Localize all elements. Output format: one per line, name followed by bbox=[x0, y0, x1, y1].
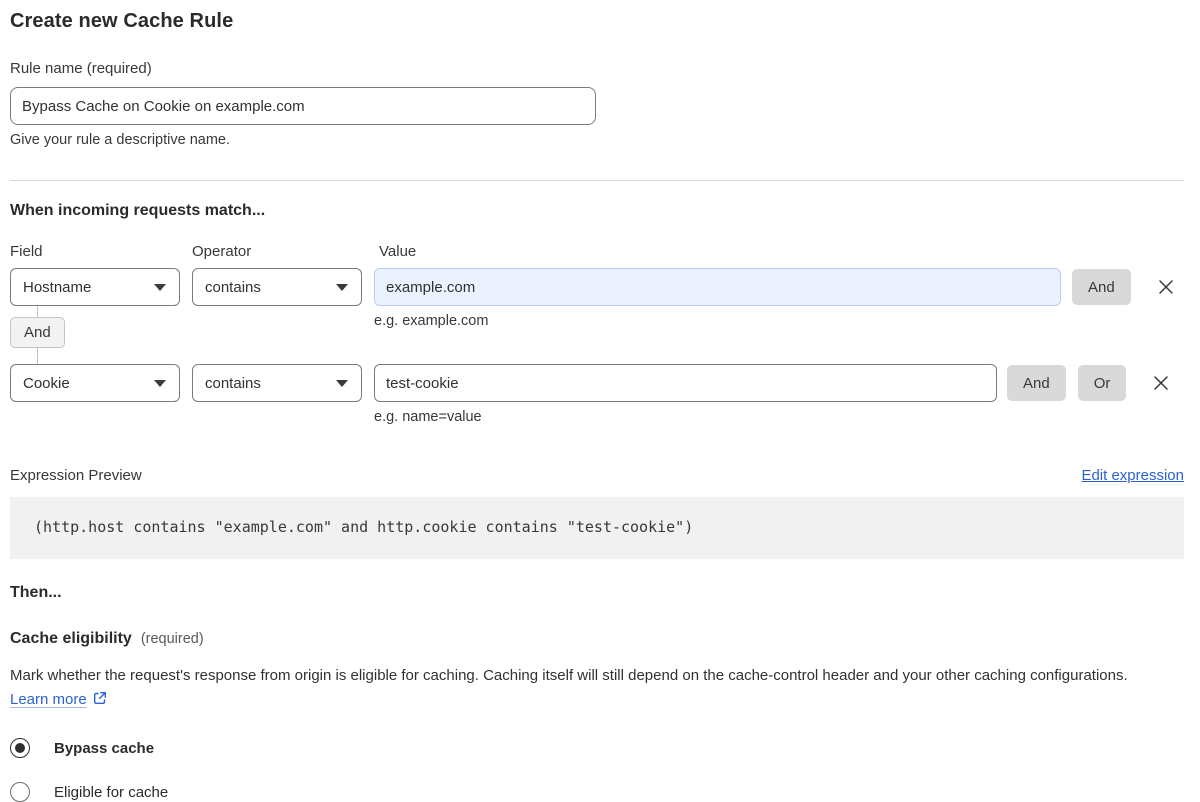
match-row-2: Cookie contains And Or bbox=[10, 364, 1184, 402]
field-select-row1-value: Hostname bbox=[23, 278, 92, 296]
and-button-row1[interactable]: And bbox=[1072, 269, 1131, 305]
create-cache-rule-page: Create new Cache Rule Rule name (require… bbox=[0, 0, 1200, 802]
value-input-row1[interactable] bbox=[374, 268, 1061, 306]
and-button-row2[interactable]: And bbox=[1007, 365, 1066, 401]
chevron-down-icon bbox=[336, 284, 348, 291]
value-helper-row2: e.g. name=value bbox=[374, 409, 482, 425]
rule-name-section: Rule name (required) Give your rule a de… bbox=[10, 60, 1184, 148]
section-divider bbox=[10, 180, 1184, 181]
chevron-down-icon bbox=[336, 380, 348, 387]
chevron-down-icon bbox=[154, 284, 166, 291]
radio-bypass-cache[interactable]: Bypass cache bbox=[10, 738, 1184, 758]
cache-eligibility-heading-row: Cache eligibility (required) bbox=[10, 630, 1184, 648]
expression-header: Expression Preview Edit expression bbox=[10, 467, 1184, 484]
operator-select-row1[interactable]: contains bbox=[192, 268, 362, 306]
required-note: (required) bbox=[140, 631, 204, 647]
close-icon bbox=[1154, 376, 1169, 390]
field-column-label: Field bbox=[10, 243, 43, 260]
radio-eligible-for-cache[interactable]: Eligible for cache bbox=[10, 782, 1184, 802]
match-row-1: Hostname contains And bbox=[10, 268, 1184, 306]
radio-button-icon bbox=[10, 782, 30, 802]
operator-select-row2[interactable]: contains bbox=[192, 364, 362, 402]
match-column-labels: Field Operator Value bbox=[10, 243, 1184, 260]
operator-column-label: Operator bbox=[192, 243, 252, 260]
remove-row2-button[interactable] bbox=[1149, 371, 1173, 395]
radio-button-icon bbox=[10, 738, 30, 758]
field-select-row1[interactable]: Hostname bbox=[10, 268, 180, 306]
field-select-row2[interactable]: Cookie bbox=[10, 364, 180, 402]
then-heading: Then... bbox=[10, 584, 62, 601]
row-connector-zone: And e.g. example.com bbox=[10, 306, 1184, 364]
page-title: Create new Cache Rule bbox=[10, 10, 234, 32]
cache-eligibility-description: Mark whether the request's response from… bbox=[10, 664, 1170, 714]
value-column-label: Value bbox=[379, 243, 417, 260]
chevron-down-icon bbox=[154, 380, 166, 387]
match-heading: When incoming requests match... bbox=[10, 202, 266, 219]
learn-more-link[interactable]: Learn more bbox=[10, 691, 87, 708]
operator-select-row1-value: contains bbox=[205, 278, 261, 296]
field-select-row2-value: Cookie bbox=[23, 374, 70, 392]
radio-bypass-cache-label: Bypass cache bbox=[54, 739, 155, 757]
cache-eligibility-heading: Cache eligibility bbox=[10, 630, 132, 647]
operator-select-row2-value: contains bbox=[205, 374, 261, 392]
value-helper-row1: e.g. example.com bbox=[374, 313, 489, 329]
value-input-row2[interactable] bbox=[374, 364, 997, 402]
external-link-icon bbox=[92, 690, 108, 714]
edit-expression-link[interactable]: Edit expression bbox=[1081, 467, 1184, 484]
rule-name-input[interactable] bbox=[10, 87, 596, 125]
rule-name-helper: Give your rule a descriptive name. bbox=[10, 132, 231, 148]
description-text: Mark whether the request's response from… bbox=[10, 667, 1128, 684]
or-button-row2[interactable]: Or bbox=[1077, 365, 1127, 401]
connector-and-button[interactable]: And bbox=[10, 317, 65, 348]
rule-name-label: Rule name (required) bbox=[10, 60, 152, 77]
close-icon bbox=[1158, 280, 1173, 294]
expression-preview-label: Expression Preview bbox=[10, 467, 142, 484]
remove-row1-button[interactable] bbox=[1154, 275, 1178, 299]
radio-eligible-for-cache-label: Eligible for cache bbox=[54, 783, 169, 801]
expression-code-block: (http.host contains "example.com" and ht… bbox=[10, 497, 1184, 559]
